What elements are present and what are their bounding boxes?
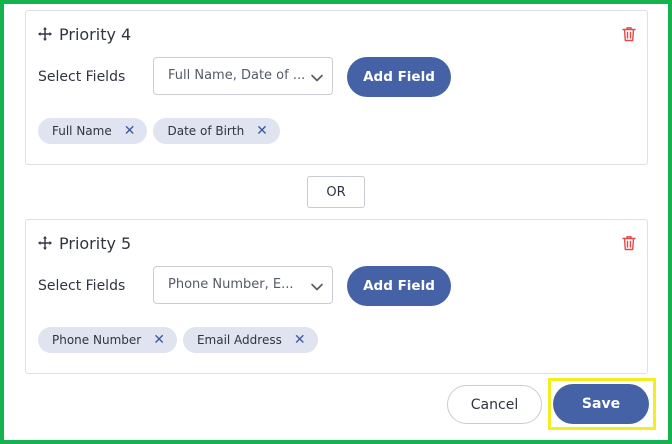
selected-fields: Phone Number ✕ Email Address ✕	[38, 327, 324, 353]
select-fields-label: Select Fields	[38, 278, 126, 294]
fields-dropdown[interactable]: Full Name, Date of ...	[153, 57, 333, 95]
chevron-down-icon	[310, 279, 324, 293]
add-field-button[interactable]: Add Field	[347, 57, 451, 97]
priority-card: Priority 4 Select Fields Full Name, Date…	[25, 10, 648, 165]
chevron-down-icon	[310, 70, 324, 84]
field-chip: Phone Number ✕	[38, 327, 177, 353]
card-title: Priority 5	[59, 233, 132, 253]
card-header: Priority 5	[37, 233, 131, 253]
move-icon[interactable]	[37, 235, 53, 251]
select-fields-label: Select Fields	[38, 69, 126, 85]
or-separator: OR	[307, 176, 365, 208]
priority-card: Priority 5 Select Fields Phone Number, E…	[25, 219, 648, 374]
chip-label: Full Name	[52, 124, 112, 138]
add-field-button[interactable]: Add Field	[347, 266, 451, 306]
cancel-button[interactable]: Cancel	[447, 385, 542, 424]
trash-icon[interactable]	[622, 26, 636, 42]
selected-fields: Full Name ✕ Date of Birth ✕	[38, 118, 286, 144]
trash-icon[interactable]	[622, 235, 636, 251]
card-title: Priority 4	[59, 24, 132, 44]
field-chip: Date of Birth ✕	[153, 118, 280, 144]
close-icon[interactable]: ✕	[124, 124, 136, 138]
chip-label: Email Address	[196, 333, 282, 347]
close-icon[interactable]: ✕	[256, 124, 268, 138]
field-chip: Email Address ✕	[182, 327, 318, 353]
fields-dropdown[interactable]: Phone Number, E...	[153, 266, 333, 304]
chip-label: Date of Birth	[167, 124, 245, 138]
card-header: Priority 4	[37, 24, 131, 44]
dropdown-value: Full Name, Date of ...	[168, 68, 306, 83]
chip-label: Phone Number	[52, 333, 142, 347]
move-icon[interactable]	[37, 26, 53, 42]
close-icon[interactable]: ✕	[153, 333, 165, 347]
dropdown-value: Phone Number, E...	[168, 277, 294, 292]
close-icon[interactable]: ✕	[294, 333, 306, 347]
save-button[interactable]: Save	[553, 384, 649, 424]
field-chip: Full Name ✕	[38, 118, 148, 144]
